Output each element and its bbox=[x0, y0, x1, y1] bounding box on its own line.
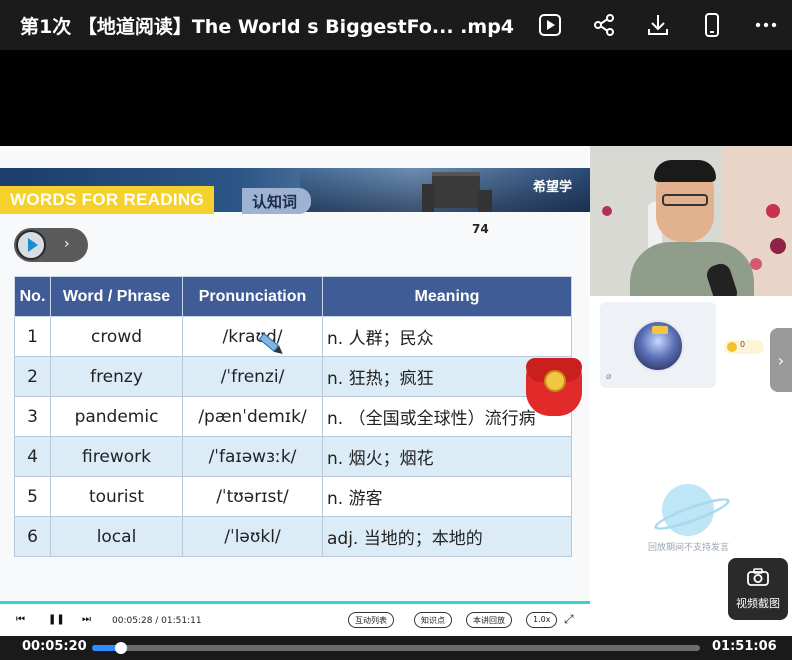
row-word: local bbox=[50, 516, 183, 557]
current-time: 00:05:20 bbox=[22, 639, 87, 654]
row-pronunciation: /kraʊd/ bbox=[182, 316, 323, 357]
row-pronunciation: /ˈtʊərɪst/ bbox=[182, 476, 323, 517]
row-meaning: n. 烟火；烟花 bbox=[322, 436, 572, 477]
row-pronunciation: /ˈfaɪəwɜːk/ bbox=[182, 436, 323, 477]
vocabulary-table: No. Word / Phrase Pronunciation Meaning … bbox=[14, 276, 572, 557]
row-word: crowd bbox=[50, 316, 183, 357]
progress-knob[interactable] bbox=[115, 642, 128, 654]
red-packet-icon[interactable] bbox=[526, 358, 582, 416]
row-number: 3 bbox=[14, 396, 51, 437]
more-icon[interactable] bbox=[748, 8, 784, 42]
wall-dot bbox=[770, 238, 786, 254]
mic-off-icon: ⌀ bbox=[606, 372, 612, 382]
progress-track[interactable] bbox=[92, 642, 700, 654]
row-pronunciation: /ˈfrenzi/ bbox=[182, 356, 323, 397]
expand-panel-arrow[interactable]: › bbox=[770, 328, 792, 392]
row-word: firework bbox=[50, 436, 183, 477]
pause-icon[interactable]: ❚❚ bbox=[48, 614, 65, 625]
header-no: No. bbox=[14, 276, 51, 317]
next-icon[interactable]: ⏭ bbox=[82, 614, 91, 625]
row-meaning: n. 人群；民众 bbox=[322, 316, 572, 357]
top-bar: 第1次 【地道阅读】The World s BiggestFo... .mp4 bbox=[0, 0, 792, 50]
side-panel: ⌀ 0 › 回放期间不支持发言 bbox=[590, 296, 792, 601]
player-bar: 00:05:20 01:51:06 bbox=[0, 636, 792, 660]
snapshot-button[interactable]: 视频截图 bbox=[728, 558, 788, 620]
video-frame[interactable]: 希望学 WORDS FOR READING 认知词 74 › No. Word … bbox=[0, 146, 792, 637]
planet-icon bbox=[662, 484, 714, 536]
avatar bbox=[632, 320, 684, 372]
page-number: 74 bbox=[472, 222, 489, 236]
table-row: 4 firework /ˈfaɪəwɜːk/ n. 烟火；烟花 bbox=[14, 436, 572, 477]
chevron-right-icon[interactable]: › bbox=[64, 236, 70, 252]
section-label: WORDS FOR READING bbox=[0, 186, 214, 214]
table-row: 3 pandemic /pænˈdemɪk/ n. （全国或全球性）流行病 bbox=[14, 396, 572, 437]
share-icon[interactable] bbox=[586, 8, 622, 42]
row-pronunciation: /ˈləʊkl/ bbox=[182, 516, 323, 557]
row-number: 1 bbox=[14, 316, 51, 357]
header-word: Word / Phrase bbox=[50, 276, 183, 317]
top-actions bbox=[514, 8, 784, 42]
table-row: 2 frenzy /ˈfrenzi/ n. 狂热；疯狂 bbox=[14, 356, 572, 397]
row-word: pandemic bbox=[50, 396, 183, 437]
lesson-replay-button[interactable]: 本讲回放 bbox=[466, 612, 512, 628]
row-word: frenzy bbox=[50, 356, 183, 397]
row-number: 6 bbox=[14, 516, 51, 557]
row-meaning: n. 游客 bbox=[322, 476, 572, 517]
video-play-icon[interactable] bbox=[532, 8, 568, 42]
row-word: tourist bbox=[50, 476, 183, 517]
table-row: 1 crowd /kraʊd/ n. 人群；民众 bbox=[14, 316, 572, 357]
slide-time: 00:05:28 / 01:51:11 bbox=[112, 616, 202, 626]
table-row: 6 local /ˈləʊkl/ adj. 当地的；本地的 bbox=[14, 516, 572, 557]
duration-time: 01:51:06 bbox=[712, 639, 777, 654]
row-pronunciation: /pænˈdemɪk/ bbox=[182, 396, 323, 437]
table-row: 5 tourist /ˈtʊərɪst/ n. 游客 bbox=[14, 476, 572, 517]
row-number: 2 bbox=[14, 356, 51, 397]
wall-dot bbox=[766, 204, 780, 218]
row-number: 5 bbox=[14, 476, 51, 517]
castle-image bbox=[422, 172, 492, 212]
lesson-slide: 希望学 WORDS FOR READING 认知词 74 › No. Word … bbox=[0, 146, 590, 601]
camera-icon bbox=[747, 567, 769, 591]
phone-icon[interactable] bbox=[694, 8, 730, 42]
snapshot-label: 视频截图 bbox=[736, 596, 780, 610]
audio-control[interactable]: › bbox=[14, 228, 88, 262]
coin-badge: 0 bbox=[724, 340, 764, 354]
header-meaning: Meaning bbox=[322, 276, 572, 317]
glasses bbox=[662, 194, 708, 206]
header-pronunciation: Pronunciation bbox=[182, 276, 323, 317]
play-icon bbox=[27, 238, 38, 252]
speed-button[interactable]: 1.0x bbox=[526, 612, 558, 628]
slide-controls: ⏮ ❚❚ ⏭ 00:05:28 / 01:51:11 互动列表 知识点 本讲回放… bbox=[0, 601, 590, 637]
row-meaning: adj. 当地的；本地的 bbox=[322, 516, 572, 557]
section-tag: 认知词 bbox=[242, 188, 312, 214]
interaction-list-button[interactable]: 互动列表 bbox=[348, 612, 394, 628]
knowledge-point-button[interactable]: 知识点 bbox=[414, 612, 452, 628]
download-icon[interactable] bbox=[640, 8, 676, 42]
teacher-camera bbox=[590, 146, 792, 296]
row-number: 4 bbox=[14, 436, 51, 477]
previous-icon[interactable]: ⏮ bbox=[16, 614, 25, 625]
brand-logo: 希望学 bbox=[532, 180, 572, 195]
fullscreen-icon[interactable]: ⤢ bbox=[564, 612, 574, 627]
wall-dot bbox=[602, 206, 612, 216]
no-speaking-message: 回放期间不支持发言 bbox=[648, 543, 730, 553]
video-title: 第1次 【地道阅读】The World s BiggestFo... .mp4 bbox=[20, 16, 515, 38]
student-card[interactable]: ⌀ bbox=[600, 302, 716, 388]
teacher-hair bbox=[654, 160, 716, 182]
audio-play-button[interactable] bbox=[16, 230, 46, 260]
